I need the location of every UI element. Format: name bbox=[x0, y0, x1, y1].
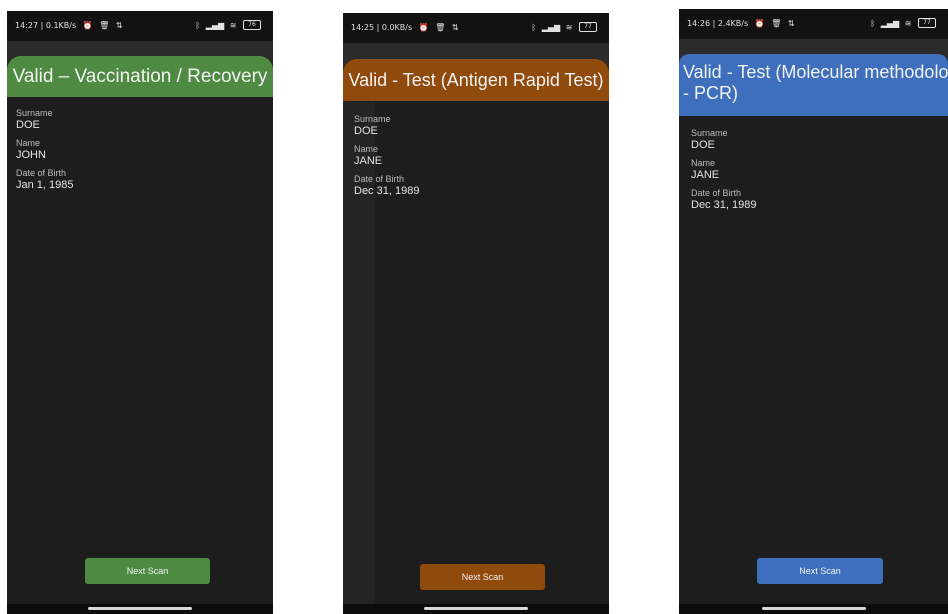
navigation-bar bbox=[343, 604, 609, 614]
result-banner: Valid – Vaccination / Recovery bbox=[7, 56, 273, 97]
next-scan-button[interactable]: Next Scan bbox=[85, 558, 210, 584]
battery-icon: 77 bbox=[918, 18, 936, 28]
banner-title: Valid - Test (Antigen Rapid Test) bbox=[348, 70, 604, 90]
navigation-bar bbox=[7, 604, 273, 614]
status-left: 14:25 | 0.0KB/s ⏰ 🗑 ⇅ bbox=[351, 23, 459, 32]
status-time: 14:25 | 0.0KB/s bbox=[351, 23, 413, 32]
signal-arrows-icon: ⇅ bbox=[787, 19, 795, 28]
dob-label: Date of Birth bbox=[354, 174, 405, 184]
surname-value: DOE bbox=[691, 139, 715, 151]
signal-arrows-icon: ⇅ bbox=[115, 21, 123, 30]
name-value: JOHN bbox=[16, 149, 46, 161]
bluetooth-icon: ᛒ bbox=[870, 18, 876, 28]
battery-icon: 77 bbox=[579, 22, 597, 32]
status-right: ᛒ ▂▄▆ ≋ 77 bbox=[867, 18, 936, 28]
cell-signal-icon: ▂▄▆ bbox=[541, 22, 561, 32]
status-right: ᛒ ▂▄▆ ≋ 76 bbox=[192, 20, 261, 30]
status-time: 14:26 | 2.4KB/s bbox=[687, 19, 749, 28]
bluetooth-icon: ᛒ bbox=[531, 22, 537, 32]
alarm-icon: ⏰ bbox=[418, 23, 429, 32]
dob-label: Date of Birth bbox=[691, 188, 742, 198]
name-label: Name bbox=[354, 144, 379, 154]
dob-value: Jan 1, 1985 bbox=[16, 179, 74, 191]
surname-value: DOE bbox=[354, 125, 378, 137]
signal-arrows-icon: ⇅ bbox=[451, 23, 459, 32]
dob-label: Date of Birth bbox=[16, 168, 67, 178]
surname-label: Surname bbox=[354, 114, 391, 124]
person-details: Surname DOE Name JANE Date of Birth Dec … bbox=[691, 128, 756, 218]
result-banner: Valid - Test (Molecular methodology - PC… bbox=[679, 54, 948, 116]
navigation-bar bbox=[679, 604, 948, 614]
trash-icon: 🗑 bbox=[771, 19, 782, 28]
result-banner: Valid - Test (Antigen Rapid Test) bbox=[343, 59, 609, 101]
banner-title-line1: Valid - Test (Molecular methodology bbox=[683, 62, 948, 82]
phone-screen-pcr-test: 14:26 | 2.4KB/s ⏰ 🗑 ⇅ ᛒ ▂▄▆ ≋ 77 Valid -… bbox=[679, 9, 948, 614]
status-left: 14:26 | 2.4KB/s ⏰ 🗑 ⇅ bbox=[687, 19, 795, 28]
phone-screen-vaccination: 14:27 | 0.1KB/s ⏰ 🗑 ⇅ ᛒ ▂▄▆ ≋ 76 Valid –… bbox=[7, 11, 273, 614]
status-bar: 14:25 | 0.0KB/s ⏰ 🗑 ⇅ ᛒ ▂▄▆ ≋ 77 bbox=[343, 13, 609, 43]
wifi-icon: ≋ bbox=[229, 20, 237, 30]
alarm-icon: ⏰ bbox=[754, 19, 765, 28]
gesture-handle[interactable] bbox=[424, 607, 528, 610]
status-bar: 14:27 | 0.1KB/s ⏰ 🗑 ⇅ ᛒ ▂▄▆ ≋ 76 bbox=[7, 11, 273, 41]
alarm-icon: ⏰ bbox=[82, 21, 93, 30]
dob-value: Dec 31, 1989 bbox=[354, 185, 420, 197]
next-scan-button[interactable]: Next Scan bbox=[757, 558, 883, 584]
banner-title: Valid - Test (Molecular methodology - PC… bbox=[679, 54, 948, 104]
gesture-handle[interactable] bbox=[88, 607, 192, 610]
status-right: ᛒ ▂▄▆ ≋ 77 bbox=[528, 22, 597, 32]
trash-icon: 🗑 bbox=[435, 23, 446, 32]
status-time: 14:27 | 0.1KB/s bbox=[15, 21, 77, 30]
cell-signal-icon: ▂▄▆ bbox=[205, 20, 225, 30]
gesture-handle[interactable] bbox=[761, 607, 866, 610]
wifi-icon: ≋ bbox=[904, 18, 912, 28]
person-details: Surname DOE Name JOHN Date of Birth Jan … bbox=[16, 108, 74, 198]
dob-value: Dec 31, 1989 bbox=[691, 199, 757, 211]
phone-screen-antigen-test: 14:25 | 0.0KB/s ⏰ 🗑 ⇅ ᛒ ▂▄▆ ≋ 77 Valid -… bbox=[343, 13, 609, 614]
wifi-icon: ≋ bbox=[565, 22, 573, 32]
banner-title: Valid – Vaccination / Recovery bbox=[12, 66, 268, 87]
name-value: JANE bbox=[691, 169, 720, 181]
surname-value: DOE bbox=[16, 119, 40, 131]
next-scan-button[interactable]: Next Scan bbox=[420, 564, 545, 590]
trash-icon: 🗑 bbox=[99, 21, 110, 30]
person-details: Surname DOE Name JANE Date of Birth Dec … bbox=[354, 114, 419, 204]
name-value: JANE bbox=[354, 155, 383, 167]
status-bar: 14:26 | 2.4KB/s ⏰ 🗑 ⇅ ᛒ ▂▄▆ ≋ 77 bbox=[679, 9, 948, 39]
surname-label: Surname bbox=[691, 128, 728, 138]
name-label: Name bbox=[691, 158, 716, 168]
name-label: Name bbox=[16, 138, 41, 148]
banner-title-line2: - PCR) bbox=[683, 83, 738, 103]
status-left: 14:27 | 0.1KB/s ⏰ 🗑 ⇅ bbox=[15, 21, 123, 30]
surname-label: Surname bbox=[16, 108, 53, 118]
battery-icon: 76 bbox=[243, 20, 261, 30]
bluetooth-icon: ᛒ bbox=[195, 20, 201, 30]
cell-signal-icon: ▂▄▆ bbox=[880, 18, 900, 28]
